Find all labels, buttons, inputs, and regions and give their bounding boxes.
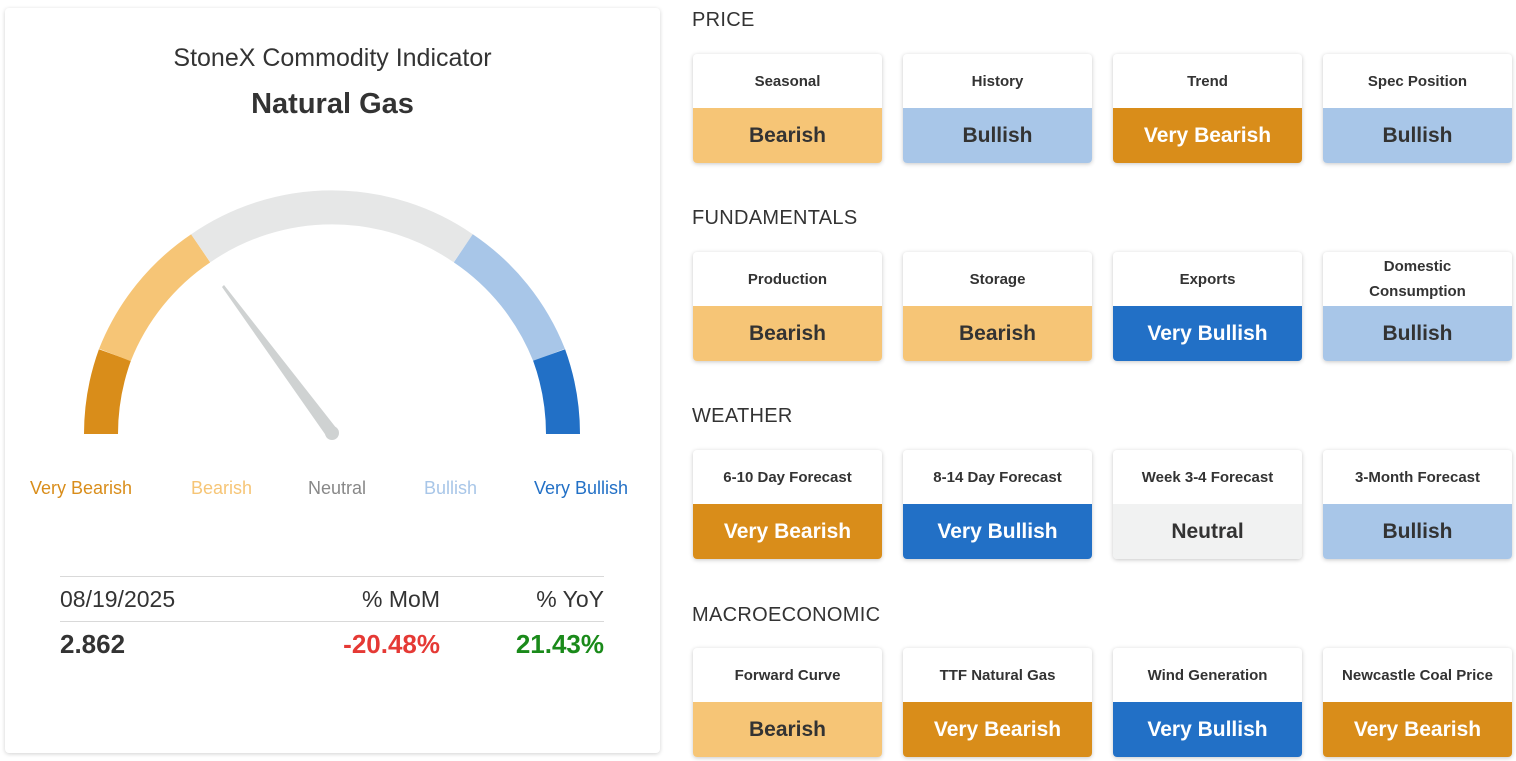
card-label: Exports <box>1179 270 1236 288</box>
section-title-fundamentals: FUNDAMENTALS <box>692 207 858 229</box>
card-status: Bearish <box>693 306 882 361</box>
stats-mom-label: % MoM <box>362 585 440 612</box>
card-status: Bullish <box>1323 504 1512 559</box>
card-status: Very Bullish <box>1113 306 1302 361</box>
indicator-card-exports[interactable]: Exports Very Bullish <box>1113 252 1302 361</box>
card-label: Trend <box>1187 72 1228 90</box>
stats-yoy-label: % YoY <box>536 585 604 612</box>
gauge-segment-bearish <box>99 234 211 362</box>
price-stats: 08/19/2025 % MoM % YoY 2.862 -20.48% 21.… <box>60 576 604 666</box>
indicator-card-history[interactable]: History Bullish <box>903 54 1092 163</box>
indicator-card-newcastle-coal-price[interactable]: Newcastle Coal Price Very Bearish <box>1323 648 1512 757</box>
indicator-card-week-3-4-forecast[interactable]: Week 3-4 Forecast Neutral <box>1113 450 1302 559</box>
indicator-card-6-10-day-forecast[interactable]: 6-10 Day Forecast Very Bearish <box>693 450 882 559</box>
card-label: Seasonal <box>754 72 821 90</box>
card-status: Bullish <box>1323 306 1512 361</box>
card-label: Production <box>747 270 828 288</box>
gauge-needle <box>222 285 337 437</box>
card-status: Very Bearish <box>903 702 1092 757</box>
indicator-card-seasonal[interactable]: Seasonal Bearish <box>693 54 882 163</box>
gauge-segment-very-bearish <box>83 349 131 435</box>
card-label: 3-Month Forecast <box>1354 468 1480 486</box>
gauge-segment-very-bullish <box>533 349 581 435</box>
indicator-card-trend[interactable]: Trend Very Bearish <box>1113 54 1302 163</box>
card-status: Neutral <box>1113 504 1302 559</box>
card-label: Forward Curve <box>734 666 841 684</box>
card-status: Very Bearish <box>1323 702 1512 757</box>
card-status: Bullish <box>1323 108 1512 163</box>
section-title-macroeconomic: MACROECONOMIC <box>692 604 881 626</box>
gauge-label-neutral: Neutral <box>308 478 367 498</box>
card-label: Spec Position <box>1367 72 1468 90</box>
section-title-price: PRICE <box>692 9 755 31</box>
card-label: Domestic Consumption <box>1369 258 1466 300</box>
indicator-card-forward-curve[interactable]: Forward Curve Bearish <box>693 648 882 757</box>
card-label: 6-10 Day Forecast <box>723 468 852 486</box>
card-status: Bullish <box>903 108 1092 163</box>
indicator-card-storage[interactable]: Storage Bearish <box>903 252 1092 361</box>
card-label: 8-14 Day Forecast <box>933 468 1062 486</box>
card-status: Very Bullish <box>1113 702 1302 757</box>
gauge-label-bullish: Bullish <box>424 478 478 498</box>
indicator-card-spec-position[interactable]: Spec Position Bullish <box>1323 54 1512 163</box>
stats-mom-value: -20.48% <box>343 628 440 659</box>
card-label: TTF Natural Gas <box>939 666 1056 684</box>
card-status: Bearish <box>693 702 882 757</box>
card-label: Newcastle Coal Price <box>1342 666 1493 684</box>
gauge-label-very-bearish: Very Bearish <box>30 478 133 498</box>
card-status: Very Bullish <box>903 504 1092 559</box>
sentiment-gauge <box>83 190 581 440</box>
gauge-segment-neutral <box>191 190 473 263</box>
card-label: Wind Generation <box>1147 666 1268 684</box>
indicator-card-3-month-forecast[interactable]: 3-Month Forecast Bullish <box>1323 450 1512 559</box>
indicator-card-wind-generation[interactable]: Wind Generation Very Bullish <box>1113 648 1302 757</box>
stats-yoy-value: 21.43% <box>515 628 604 659</box>
section-title-weather: WEATHER <box>692 405 793 427</box>
gauge-label-very-bullish: Very Bullish <box>534 478 629 498</box>
card-label: Week 3-4 Forecast <box>1141 468 1274 486</box>
card-label: Storage <box>969 270 1026 288</box>
stats-date: 08/19/2025 <box>60 585 176 612</box>
card-status: Very Bearish <box>693 504 882 559</box>
indicator-card-production[interactable]: Production Bearish <box>693 252 882 361</box>
gauge-label-bearish: Bearish <box>191 478 253 498</box>
gauge-needle-hub <box>325 426 339 440</box>
card-status: Bearish <box>903 306 1092 361</box>
stats-price: 2.862 <box>60 628 126 659</box>
indicator-card-domestic-consumption[interactable]: Domestic Consumption Bullish <box>1323 252 1512 361</box>
commodity-indicator-panel: StoneX Commodity Indicator Natural Gas V… <box>5 8 660 753</box>
card-label: History <box>971 72 1024 90</box>
card-status: Bearish <box>693 108 882 163</box>
indicator-card-8-14-day-forecast[interactable]: 8-14 Day Forecast Very Bullish <box>903 450 1092 559</box>
gauge-segment-bullish <box>453 234 565 362</box>
card-status: Very Bearish <box>1113 108 1302 163</box>
indicator-card-ttf-natural-gas[interactable]: TTF Natural Gas Very Bearish <box>903 648 1092 757</box>
